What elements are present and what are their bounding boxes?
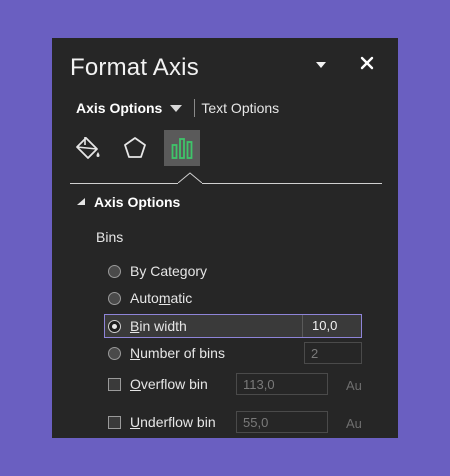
options-tabs: Axis Options Text Options [76, 98, 279, 118]
bin-width-label: Bin width [130, 318, 187, 334]
collapse-triangle-icon [77, 198, 85, 205]
option-overflow-bin[interactable]: Overflow bin [108, 373, 208, 395]
number-of-bins-label: Number of bins [130, 345, 225, 361]
axis-options-tab[interactable] [164, 130, 200, 166]
tab-separator [194, 99, 196, 117]
chevron-down-icon[interactable] [170, 102, 183, 114]
pane-title: Format Axis [70, 54, 199, 81]
category-icon-tabs [70, 130, 211, 166]
option-by-category[interactable]: By Category [108, 260, 207, 282]
fill-line-tab[interactable] [70, 130, 106, 166]
underflow-auto-button[interactable]: Au [346, 416, 362, 431]
option-automatic[interactable]: Automatic [108, 287, 192, 309]
option-number-of-bins[interactable]: Number of bins [108, 342, 225, 364]
number-of-bins-input[interactable]: 2 [304, 342, 362, 364]
format-axis-pane: Format Axis Axis Options Text Options Ax… [52, 38, 398, 438]
tab-axis-options-label: Axis Options [76, 100, 163, 116]
pentagon-icon [124, 137, 146, 158]
automatic-radio[interactable] [108, 291, 121, 305]
bin-width-field-separator [302, 315, 303, 337]
by-category-radio[interactable] [108, 264, 121, 278]
underflow-bin-input[interactable]: 55,0 [236, 411, 328, 433]
section-title: Axis Options [94, 194, 181, 210]
bar-chart-icon [171, 138, 193, 159]
tab-divider [70, 183, 382, 184]
by-category-label: By Category [130, 263, 208, 279]
bin-width-radio[interactable] [108, 319, 121, 333]
overflow-bin-checkbox[interactable] [108, 377, 121, 391]
selected-tab-indicator [178, 172, 202, 186]
underflow-bin-label: Underflow bin [130, 414, 216, 430]
axis-options-section-header[interactable]: Axis Options [76, 194, 180, 210]
underflow-bin-checkbox[interactable] [108, 415, 121, 429]
bins-label: Bins [96, 229, 124, 245]
close-icon[interactable] [358, 54, 376, 72]
effects-tab[interactable] [117, 130, 153, 166]
overflow-bin-input[interactable]: 113,0 [236, 373, 328, 395]
overflow-auto-button[interactable]: Au [346, 378, 362, 393]
paint-bucket-icon [76, 137, 100, 159]
tab-text-options[interactable]: Text Options [201, 100, 279, 116]
tab-axis-options[interactable]: Axis Options [76, 100, 183, 116]
option-bin-width[interactable]: Bin width [108, 315, 187, 337]
number-of-bins-radio[interactable] [108, 346, 121, 360]
option-underflow-bin[interactable]: Underflow bin [108, 411, 216, 433]
automatic-label: Automatic [130, 290, 193, 306]
pane-options-caret-icon[interactable] [314, 58, 328, 72]
overflow-bin-label: Overflow bin [130, 376, 208, 392]
bin-width-input[interactable]: 10,0 [306, 315, 360, 337]
